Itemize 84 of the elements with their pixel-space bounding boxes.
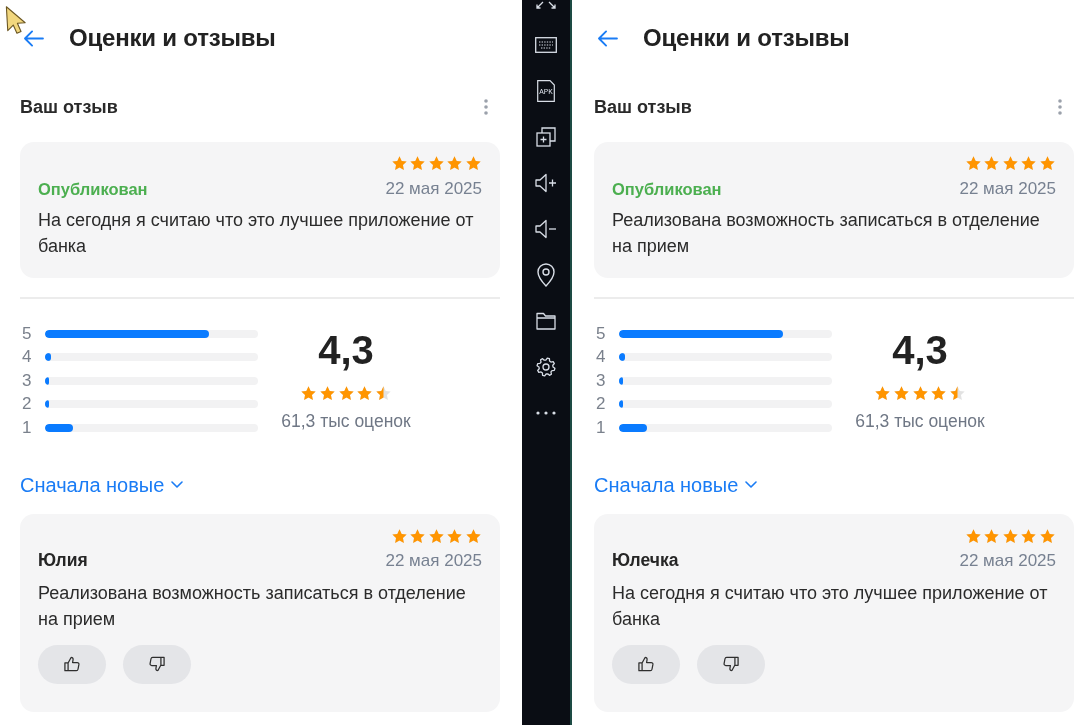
star-icon — [427, 155, 445, 172]
star-icon — [446, 155, 464, 172]
dislike-button[interactable] — [697, 644, 765, 684]
rating-count: 61,3 тыс оценок — [281, 410, 411, 432]
more-icon[interactable] — [536, 411, 556, 415]
star-icon — [465, 527, 482, 545]
review-date: 22 мая 2025 — [959, 550, 1056, 571]
star-icon — [409, 527, 427, 545]
back-arrow-icon[interactable] — [597, 29, 618, 47]
star-icon — [390, 527, 408, 545]
star-icon — [1039, 155, 1056, 172]
star-icon — [874, 385, 892, 402]
star-icon — [930, 385, 948, 402]
rating-count: 61,3 тыс оценок — [855, 410, 985, 432]
section-heading: Ваш отзыв — [594, 96, 692, 118]
review-date: 22 мая 2025 — [959, 179, 1056, 199]
review-author: Юлия — [38, 550, 88, 571]
settings-icon[interactable] — [536, 357, 556, 377]
star-icon — [1039, 527, 1056, 545]
rating-label: 1 — [595, 417, 607, 438]
add-window-icon[interactable] — [536, 127, 556, 147]
review-text: На сегодня я считаю что это лучшее приложение от банка — [612, 581, 1049, 631]
thumbs-down-icon — [147, 654, 167, 674]
rating-label: 5 — [595, 323, 607, 344]
thumbs-up-icon — [636, 654, 656, 674]
review-status: Опубликован — [612, 179, 722, 199]
star-icon — [1020, 527, 1038, 545]
review-author: Юлечка — [612, 550, 679, 571]
star-icon — [1020, 155, 1038, 172]
rating-label: 4 — [595, 347, 607, 368]
star-icon — [948, 385, 966, 402]
expand-icon[interactable] — [535, 1, 557, 11]
keyboard-icon[interactable] — [535, 37, 557, 53]
dislike-button[interactable] — [123, 644, 191, 684]
star-icon — [356, 385, 374, 402]
folder-icon[interactable] — [536, 312, 556, 330]
volume-up-icon[interactable] — [535, 173, 557, 193]
rating-label: 3 — [595, 370, 607, 391]
star-icon — [1001, 527, 1019, 545]
star-icon — [964, 527, 982, 545]
review-text: На сегодня я считаю что это лучшее приложение от банка — [38, 209, 475, 258]
star-icon — [337, 385, 355, 402]
location-pin-icon[interactable] — [537, 263, 555, 287]
star-icon — [465, 155, 482, 172]
star-icon — [983, 155, 1001, 172]
review-date: 22 мая 2025 — [385, 550, 482, 571]
caret-icon — [171, 481, 184, 488]
like-button[interactable] — [38, 644, 106, 684]
average-rating: 4,3 — [892, 327, 948, 374]
review-date: 22 мая 2025 — [385, 179, 482, 199]
star-icon — [409, 155, 427, 172]
thumbs-down-icon — [721, 654, 741, 674]
star-icon — [390, 155, 408, 172]
review-status: Опубликован — [38, 179, 148, 199]
back-arrow-icon[interactable] — [23, 29, 44, 47]
section-heading: Ваш отзыв — [20, 96, 118, 118]
sort-dropdown[interactable]: Сначала новые — [594, 472, 758, 497]
rating-label: 5 — [21, 323, 33, 344]
star-icon — [374, 385, 392, 402]
screen-title: Оценки и отзывы — [69, 24, 276, 52]
like-button[interactable] — [612, 644, 680, 684]
star-icon — [983, 527, 1001, 545]
volume-down-icon[interactable] — [535, 219, 557, 239]
thumbs-up-icon — [62, 654, 82, 674]
average-rating: 4,3 — [318, 327, 374, 374]
sort-dropdown[interactable]: Сначала новые — [20, 472, 184, 497]
screen-title: Оценки и отзывы — [643, 24, 850, 52]
rating-label: 1 — [21, 417, 33, 438]
star-icon — [892, 385, 910, 402]
rating-label: 4 — [21, 347, 33, 368]
star-icon — [318, 385, 336, 402]
rating-label: 3 — [21, 370, 33, 391]
star-icon — [300, 385, 318, 402]
review-text: Реализована возможность записаться в отделение на прием — [38, 581, 467, 631]
star-icon — [964, 155, 982, 172]
star-icon — [427, 527, 445, 545]
star-icon — [1001, 155, 1019, 172]
rating-label: 2 — [595, 394, 607, 415]
caret-icon — [745, 481, 758, 488]
mouse-cursor-icon — [5, 5, 27, 35]
review-text: Реализована возможность записаться в отделение на прием — [612, 209, 1041, 258]
rating-label: 2 — [21, 394, 33, 415]
star-icon — [911, 385, 929, 402]
star-icon — [446, 527, 464, 545]
